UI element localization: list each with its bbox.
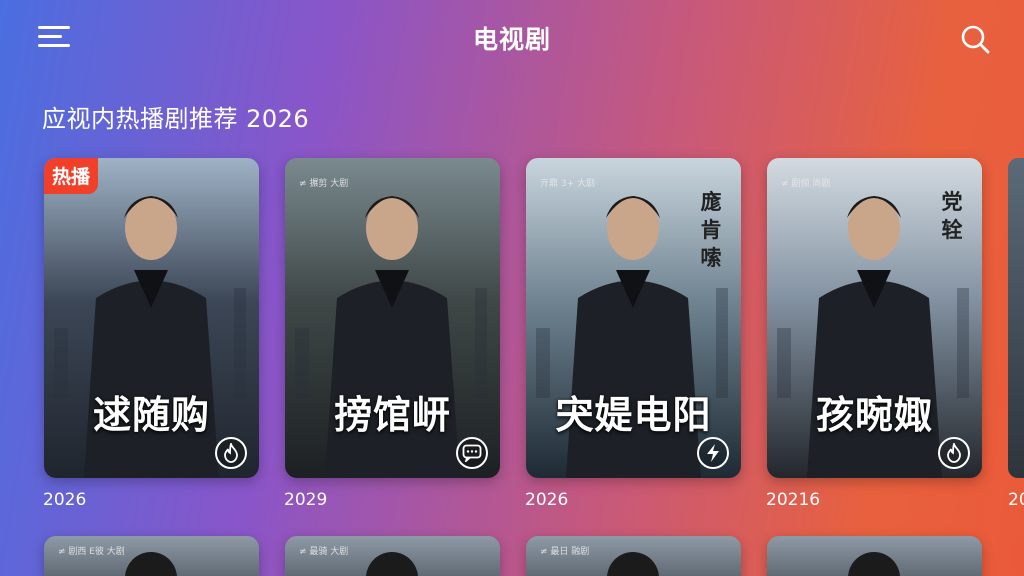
poster-vertical-title: 庬肯嗦 [700, 189, 722, 270]
flame-icon [947, 443, 961, 463]
drama-card[interactable]: ≠ 搌剪 大剧搒馆岍 [285, 158, 500, 478]
drama-year: 20216 [766, 490, 821, 510]
studio-logo: ≠ 最骑 大剧 [299, 547, 349, 557]
flame-icon [224, 443, 238, 463]
drama-card[interactable]: ≠ 最骑 大剧 [285, 536, 500, 576]
drama-year: 2026 [43, 490, 87, 510]
hot-badge: 热播 [44, 158, 99, 194]
drama-card[interactable] [767, 536, 982, 576]
drama-card[interactable]: 亓鼎 3+ 大剧庬肯嗦宊媞电阳 [526, 158, 741, 478]
chat-bubble-icon [462, 444, 482, 462]
drama-card[interactable]: 热播逑随购 [44, 158, 259, 478]
lightning-icon [707, 444, 719, 462]
page-title: 电视剧 [472, 25, 551, 54]
search-icon [961, 25, 990, 54]
studio-logo: 亓鼎 3+ 大剧 [540, 179, 595, 189]
drama-year: 2029 [284, 490, 328, 510]
partial-drama-card[interactable] [1008, 158, 1024, 478]
poster-title: 逑随购 [92, 392, 210, 437]
studio-logo: ≠ 剧频 尚剧 [781, 179, 831, 189]
studio-logo: ≠ 最日 融剧 [540, 547, 590, 557]
chat-bubble-icon-button[interactable] [456, 437, 488, 469]
partial-card-year: 20 [1008, 490, 1024, 510]
drama-year: 2026 [525, 490, 569, 510]
drama-card[interactable]: ≠ 剧频 尚剧党辁孩晼娵 [767, 158, 982, 478]
flame-icon-button[interactable] [938, 437, 970, 469]
poster-title: 搒馆岍 [333, 392, 451, 437]
lightning-icon-button[interactable] [697, 437, 729, 469]
flame-icon-button[interactable] [215, 437, 247, 469]
studio-logo: ≠ 剧西 E彼 大剧 [58, 547, 125, 557]
drama-card[interactable]: ≠ 最日 融剧 [526, 536, 741, 576]
top-bar: 电视剧 [0, 0, 1024, 76]
poster-image [848, 552, 900, 576]
section-title: 应视内热播剧推荐 2026 [42, 105, 310, 133]
poster-title: 宊媞电阳 [555, 392, 712, 437]
poster-title: 孩晼娵 [815, 392, 933, 437]
poster-vertical-title: 党辁 [941, 189, 963, 242]
studio-logo: ≠ 搌剪 大剧 [299, 179, 349, 189]
search-button[interactable] [958, 22, 992, 56]
drama-card[interactable]: ≠ 剧西 E彼 大剧 [44, 536, 259, 576]
